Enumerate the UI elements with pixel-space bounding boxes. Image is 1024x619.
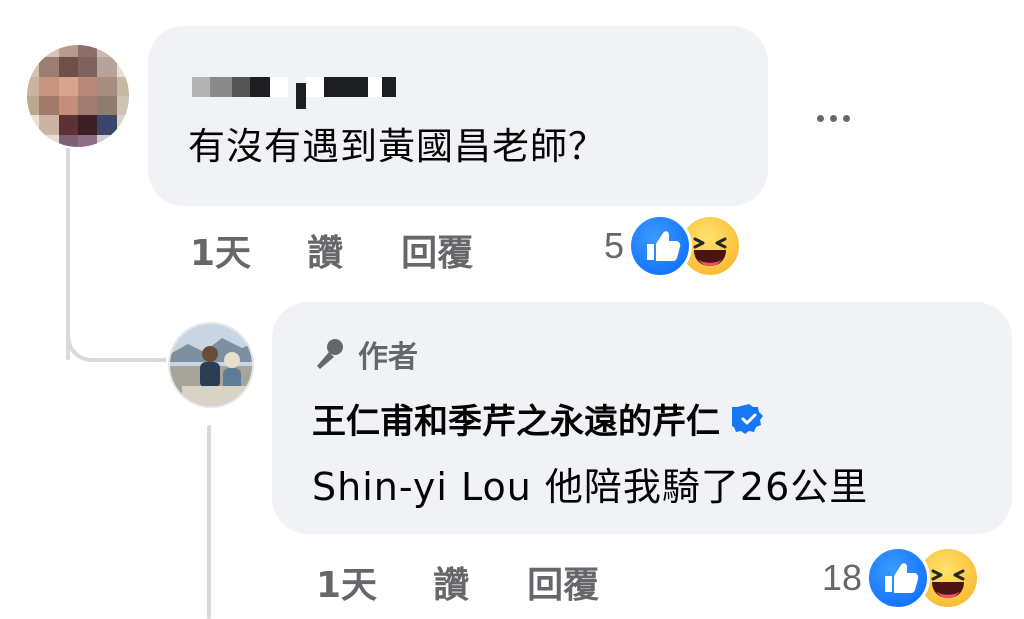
reply-author-label[interactable]: 王仁甫和季芹之永遠的芹仁 bbox=[312, 394, 720, 443]
more-options-button[interactable] bbox=[808, 108, 858, 128]
commenter-avatar[interactable] bbox=[26, 44, 130, 148]
reply-like-button[interactable]: 讚 bbox=[433, 556, 469, 608]
reply-reaction-count: 18 bbox=[822, 557, 863, 598]
comment-timestamp[interactable]: 1天 bbox=[190, 224, 251, 276]
author-avatar[interactable] bbox=[168, 322, 254, 408]
reply-thread-line bbox=[207, 425, 211, 619]
reply-timestamp[interactable]: 1天 bbox=[316, 556, 377, 608]
reply-reaction-summary[interactable]: 18 bbox=[822, 546, 981, 610]
author-badge-label: 作者 bbox=[358, 340, 418, 375]
verified-badge-icon bbox=[732, 403, 763, 434]
comment-bubble: 有沒有遇到黃國昌老師？ bbox=[148, 26, 768, 206]
comment-thread: 有沒有遇到黃國昌老師？ 1天 讚 回覆 5 作者 王仁甫和季芹之永遠的芹仁 Sh… bbox=[0, 0, 1024, 619]
more-icon bbox=[816, 114, 824, 122]
comment-actions: 1天 讚 回覆 bbox=[190, 224, 473, 276]
like-button[interactable]: 讚 bbox=[307, 224, 343, 276]
reaction-summary[interactable]: 5 bbox=[604, 214, 743, 278]
microphone-icon bbox=[317, 339, 343, 369]
author-badge: 作者 bbox=[312, 332, 418, 376]
like-reaction-icon bbox=[866, 546, 931, 610]
comment-text: 有沒有遇到黃國昌老師？ bbox=[188, 125, 606, 168]
reply-actions: 1天 讚 回覆 bbox=[316, 556, 599, 608]
reply-text: Shin-yi Lou 他陪我騎了26公里 bbox=[312, 465, 869, 509]
reply-bubble: 作者 王仁甫和季芹之永遠的芹仁 Shin-yi Lou 他陪我騎了26公里 bbox=[272, 302, 1012, 534]
reply-button[interactable]: 回覆 bbox=[401, 224, 473, 276]
thread-connector-curve bbox=[66, 300, 166, 362]
redacted-author-name[interactable] bbox=[192, 74, 396, 109]
like-reaction-icon bbox=[628, 214, 693, 278]
reply-reply-button[interactable]: 回覆 bbox=[527, 556, 599, 608]
reply-author-name[interactable]: 王仁甫和季芹之永遠的芹仁 bbox=[312, 394, 766, 443]
reaction-count: 5 bbox=[604, 225, 625, 266]
